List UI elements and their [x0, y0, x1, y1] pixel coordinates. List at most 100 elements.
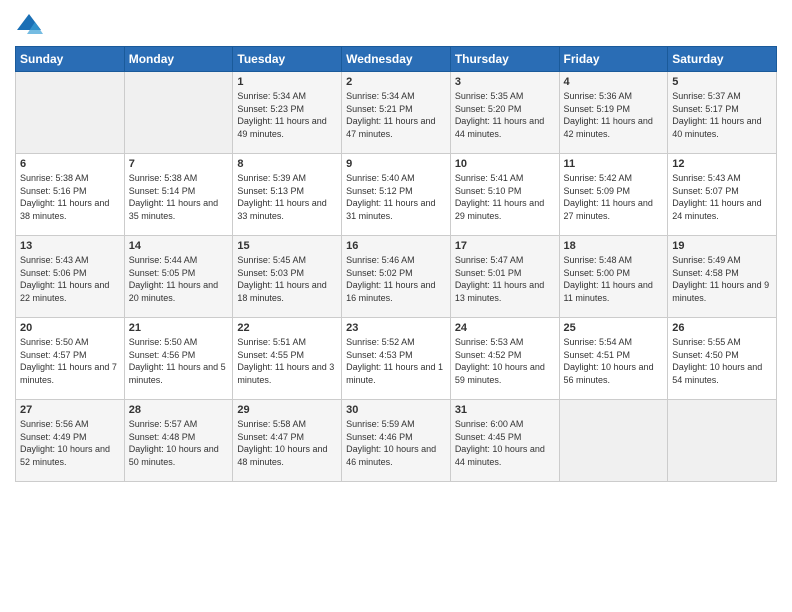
day-number: 30 [346, 404, 446, 416]
day-number: 26 [672, 322, 772, 334]
day-number: 25 [564, 322, 664, 334]
day-cell: 17Sunrise: 5:47 AM Sunset: 5:01 PM Dayli… [450, 236, 559, 318]
weekday-header-monday: Monday [124, 47, 233, 72]
day-info: Sunrise: 5:46 AM Sunset: 5:02 PM Dayligh… [346, 254, 446, 304]
day-cell [124, 72, 233, 154]
day-number: 1 [237, 76, 337, 88]
day-number: 31 [455, 404, 555, 416]
day-number: 27 [20, 404, 120, 416]
day-cell: 2 Sunrise: 5:34 AM Sunset: 5:21 PM Daylig… [342, 72, 451, 154]
day-info: Sunrise: 5:48 AM Sunset: 5:00 PM Dayligh… [564, 254, 664, 304]
weekday-header-thursday: Thursday [450, 47, 559, 72]
week-row-1: 1 Sunrise: 5:34 AM Sunset: 5:23 PM Daylig… [16, 72, 777, 154]
day-cell [668, 400, 777, 482]
calendar-table: SundayMondayTuesdayWednesdayThursdayFrid… [15, 46, 777, 482]
day-cell: 24 Sunrise: 5:53 AM Sunset: 4:52 PM Dayli… [450, 318, 559, 400]
day-cell: 4 Sunrise: 5:36 AM Sunset: 5:19 PM Daylig… [559, 72, 668, 154]
day-number: 8 [237, 158, 337, 170]
day-info: Sunrise: 5:42 AM Sunset: 5:09 PM Dayligh… [564, 172, 664, 222]
day-info: Sunrise: 5:38 AM Sunset: 5:16 PM Dayligh… [20, 172, 120, 222]
day-cell: 10 Sunrise: 5:41 AM Sunset: 5:10 PM Dayli… [450, 154, 559, 236]
day-cell: 19Sunrise: 5:49 AM Sunset: 4:58 PM Dayli… [668, 236, 777, 318]
day-number: 3 [455, 76, 555, 88]
weekday-header-saturday: Saturday [668, 47, 777, 72]
day-number: 12 [672, 158, 772, 170]
day-info: Sunrise: 5:37 AM Sunset: 5:17 PM Dayligh… [672, 90, 772, 140]
day-info: Sunrise: 5:41 AM Sunset: 5:10 PM Dayligh… [455, 172, 555, 222]
day-number: 18 [564, 240, 664, 252]
day-number: 10 [455, 158, 555, 170]
day-info: Sunrise: 5:45 AM Sunset: 5:03 PM Dayligh… [237, 254, 337, 304]
day-cell: 1 Sunrise: 5:34 AM Sunset: 5:23 PM Daylig… [233, 72, 342, 154]
week-row-4: 20 Sunrise: 5:50 AM Sunset: 4:57 PM Dayli… [16, 318, 777, 400]
day-cell: 11Sunrise: 5:42 AM Sunset: 5:09 PM Dayli… [559, 154, 668, 236]
weekday-header-row: SundayMondayTuesdayWednesdayThursdayFrid… [16, 47, 777, 72]
header [15, 10, 777, 38]
day-number: 17 [455, 240, 555, 252]
day-info: Sunrise: 5:36 AM Sunset: 5:19 PM Dayligh… [564, 90, 664, 140]
day-cell: 23 Sunrise: 5:52 AM Sunset: 4:53 PM Dayli… [342, 318, 451, 400]
calendar-container: SundayMondayTuesdayWednesdayThursdayFrid… [0, 0, 792, 612]
day-cell: 28Sunrise: 5:57 AM Sunset: 4:48 PM Dayli… [124, 400, 233, 482]
day-info: Sunrise: 5:50 AM Sunset: 4:56 PM Dayligh… [129, 336, 229, 386]
day-cell: 18 Sunrise: 5:48 AM Sunset: 5:00 PM Dayli… [559, 236, 668, 318]
day-info: Sunrise: 5:57 AM Sunset: 4:48 PM Dayligh… [129, 418, 229, 468]
day-number: 24 [455, 322, 555, 334]
day-info: Sunrise: 5:53 AM Sunset: 4:52 PM Dayligh… [455, 336, 555, 386]
day-info: Sunrise: 5:59 AM Sunset: 4:46 PM Dayligh… [346, 418, 446, 468]
day-cell: 9 Sunrise: 5:40 AM Sunset: 5:12 PM Daylig… [342, 154, 451, 236]
day-cell: 6 Sunrise: 5:38 AM Sunset: 5:16 PM Daylig… [16, 154, 125, 236]
day-number: 21 [129, 322, 229, 334]
day-info: Sunrise: 5:38 AM Sunset: 5:14 PM Dayligh… [129, 172, 229, 222]
day-number: 29 [237, 404, 337, 416]
day-cell: 22 Sunrise: 5:51 AM Sunset: 4:55 PM Dayli… [233, 318, 342, 400]
day-cell: 14Sunrise: 5:44 AM Sunset: 5:05 PM Dayli… [124, 236, 233, 318]
day-cell: 25 Sunrise: 5:54 AM Sunset: 4:51 PM Dayli… [559, 318, 668, 400]
week-row-3: 13 Sunrise: 5:43 AM Sunset: 5:06 PM Dayli… [16, 236, 777, 318]
weekday-header-wednesday: Wednesday [342, 47, 451, 72]
day-info: Sunrise: 5:55 AM Sunset: 4:50 PM Dayligh… [672, 336, 772, 386]
day-cell: 21 Sunrise: 5:50 AM Sunset: 4:56 PM Dayli… [124, 318, 233, 400]
day-info: Sunrise: 5:35 AM Sunset: 5:20 PM Dayligh… [455, 90, 555, 140]
day-cell: 3 Sunrise: 5:35 AM Sunset: 5:20 PM Daylig… [450, 72, 559, 154]
week-row-5: 27 Sunrise: 5:56 AM Sunset: 4:49 PM Dayli… [16, 400, 777, 482]
day-number: 7 [129, 158, 229, 170]
day-number: 13 [20, 240, 120, 252]
day-cell: 31Sunrise: 6:00 AM Sunset: 4:45 PM Dayli… [450, 400, 559, 482]
day-info: Sunrise: 5:34 AM Sunset: 5:21 PM Dayligh… [346, 90, 446, 140]
week-row-2: 6 Sunrise: 5:38 AM Sunset: 5:16 PM Daylig… [16, 154, 777, 236]
weekday-header-friday: Friday [559, 47, 668, 72]
day-info: Sunrise: 5:58 AM Sunset: 4:47 PM Dayligh… [237, 418, 337, 468]
day-cell: 27 Sunrise: 5:56 AM Sunset: 4:49 PM Dayli… [16, 400, 125, 482]
day-number: 23 [346, 322, 446, 334]
day-number: 9 [346, 158, 446, 170]
day-info: Sunrise: 5:51 AM Sunset: 4:55 PM Dayligh… [237, 336, 337, 386]
logo-icon [15, 10, 43, 38]
day-cell [16, 72, 125, 154]
day-number: 6 [20, 158, 120, 170]
day-number: 19 [672, 240, 772, 252]
day-info: Sunrise: 5:50 AM Sunset: 4:57 PM Dayligh… [20, 336, 120, 386]
day-info: Sunrise: 5:39 AM Sunset: 5:13 PM Dayligh… [237, 172, 337, 222]
day-cell: 5 Sunrise: 5:37 AM Sunset: 5:17 PM Daylig… [668, 72, 777, 154]
day-number: 20 [20, 322, 120, 334]
day-cell: 8 Sunrise: 5:39 AM Sunset: 5:13 PM Daylig… [233, 154, 342, 236]
day-info: Sunrise: 5:43 AM Sunset: 5:06 PM Dayligh… [20, 254, 120, 304]
day-info: Sunrise: 5:54 AM Sunset: 4:51 PM Dayligh… [564, 336, 664, 386]
day-number: 4 [564, 76, 664, 88]
day-number: 5 [672, 76, 772, 88]
day-info: Sunrise: 5:52 AM Sunset: 4:53 PM Dayligh… [346, 336, 446, 386]
day-info: Sunrise: 5:56 AM Sunset: 4:49 PM Dayligh… [20, 418, 120, 468]
day-info: Sunrise: 5:34 AM Sunset: 5:23 PM Dayligh… [237, 90, 337, 140]
weekday-header-sunday: Sunday [16, 47, 125, 72]
day-cell: 30 Sunrise: 5:59 AM Sunset: 4:46 PM Dayli… [342, 400, 451, 482]
day-number: 16 [346, 240, 446, 252]
day-cell: 13 Sunrise: 5:43 AM Sunset: 5:06 PM Dayli… [16, 236, 125, 318]
day-cell: 20 Sunrise: 5:50 AM Sunset: 4:57 PM Dayli… [16, 318, 125, 400]
day-info: Sunrise: 5:40 AM Sunset: 5:12 PM Dayligh… [346, 172, 446, 222]
day-info: Sunrise: 5:43 AM Sunset: 5:07 PM Dayligh… [672, 172, 772, 222]
weekday-header-tuesday: Tuesday [233, 47, 342, 72]
day-number: 2 [346, 76, 446, 88]
day-cell: 15Sunrise: 5:45 AM Sunset: 5:03 PM Dayli… [233, 236, 342, 318]
day-number: 22 [237, 322, 337, 334]
